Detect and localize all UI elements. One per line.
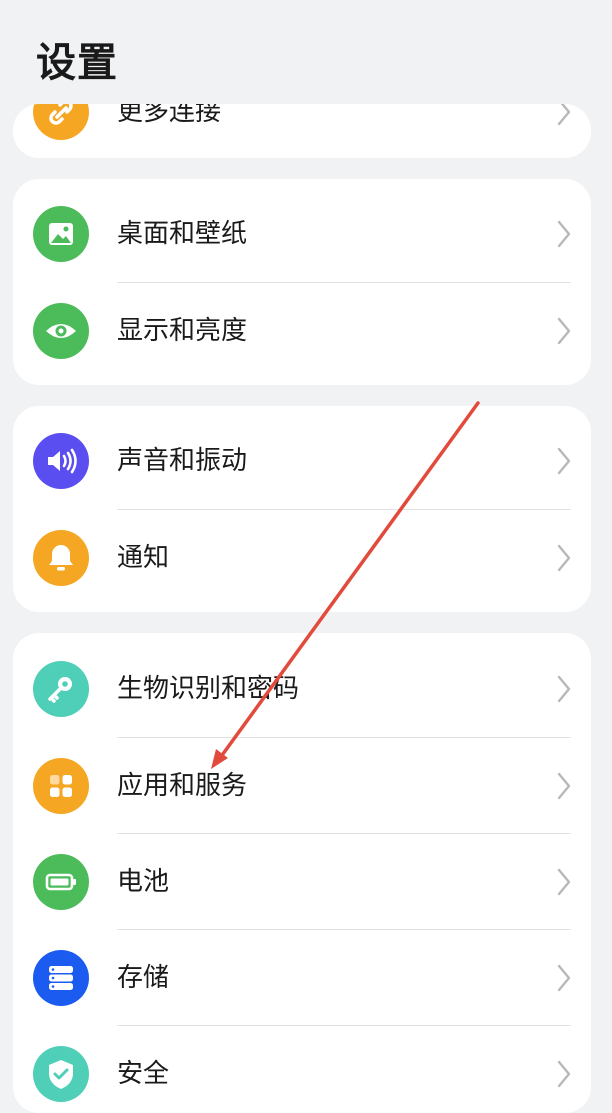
settings-item-label: 应用和服务: [117, 771, 248, 801]
battery-icon: [33, 854, 89, 910]
card-connections: 更多连接: [13, 104, 591, 158]
settings-item-display-brightness[interactable]: 显示和亮度: [13, 283, 591, 379]
link-icon: [33, 104, 89, 140]
settings-item-label: 生物识别和密码: [117, 674, 300, 704]
settings-item-notifications[interactable]: 通知: [13, 510, 591, 606]
chevron-right-icon: [557, 868, 571, 896]
storage-icon: [33, 950, 89, 1006]
shield-icon: [33, 1046, 89, 1102]
card-display: 桌面和壁纸 显示和亮度: [13, 179, 591, 385]
chevron-right-icon: [557, 772, 571, 800]
settings-item-biometrics-password[interactable]: 生物识别和密码: [13, 641, 591, 737]
settings-item-label: 存储: [117, 963, 170, 993]
chevron-right-icon: [557, 964, 571, 992]
settings-item-storage[interactable]: 存储: [13, 930, 591, 1026]
apps-grid-icon: [33, 758, 89, 814]
eye-icon: [33, 303, 89, 359]
settings-item-label: 电池: [117, 867, 170, 897]
chevron-right-icon: [557, 104, 571, 126]
chevron-right-icon: [557, 220, 571, 248]
settings-item-label: 声音和振动: [117, 446, 248, 476]
settings-item-label: 桌面和壁纸: [117, 219, 248, 249]
wallpaper-icon: [33, 206, 89, 262]
card-system: 生物识别和密码 应用和服务 电池 存储 安全: [13, 633, 591, 1113]
settings-item-label: 更多连接: [117, 104, 222, 127]
settings-item-battery[interactable]: 电池: [13, 834, 591, 930]
chevron-right-icon: [557, 317, 571, 345]
chevron-right-icon: [557, 447, 571, 475]
speaker-icon: [33, 433, 89, 489]
settings-item-label: 通知: [117, 543, 170, 573]
settings-item-label: 显示和亮度: [117, 316, 248, 346]
page-title: 设置: [36, 40, 118, 86]
card-sound-notifications: 声音和振动 通知: [13, 406, 591, 612]
settings-item-wallpaper[interactable]: 桌面和壁纸: [13, 186, 591, 282]
chevron-right-icon: [557, 675, 571, 703]
bell-icon: [33, 530, 89, 586]
settings-item-apps-services[interactable]: 应用和服务: [13, 738, 591, 834]
chevron-right-icon: [557, 544, 571, 572]
settings-item-more-connections[interactable]: 更多连接: [13, 104, 591, 158]
settings-item-sound-vibration[interactable]: 声音和振动: [13, 413, 591, 509]
settings-item-label: 安全: [117, 1059, 170, 1089]
key-icon: [33, 661, 89, 717]
settings-item-security[interactable]: 安全: [13, 1026, 591, 1113]
